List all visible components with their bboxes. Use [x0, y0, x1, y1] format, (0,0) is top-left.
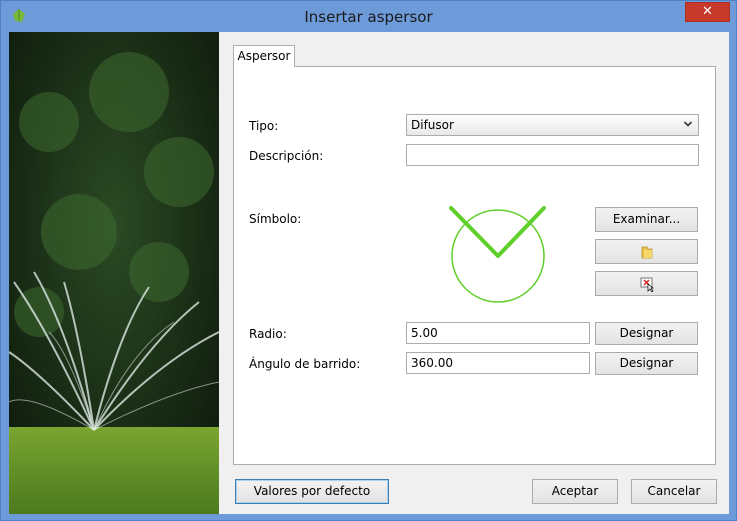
radio-label: Radio: [249, 327, 287, 341]
delete-symbol-button[interactable] [595, 271, 698, 296]
examinar-button[interactable]: Examinar... [595, 207, 698, 232]
close-button[interactable]: ✕ [685, 2, 730, 22]
title-bar[interactable]: Insertar aspersor ✕ [1, 1, 736, 33]
tipo-label: Tipo: [249, 119, 279, 133]
chevron-down-icon [683, 121, 693, 127]
sprinkler-symbol-preview [449, 206, 546, 303]
radio-input[interactable]: 5.00 [406, 322, 590, 344]
angulo-input[interactable]: 360.00 [406, 352, 590, 374]
folder-icon [641, 246, 652, 259]
designar-radio-button[interactable]: Designar [595, 322, 698, 345]
tab-aspersor[interactable]: Aspersor [233, 45, 295, 67]
simbolo-label: Símbolo: [249, 212, 302, 226]
descripcion-label: Descripción: [249, 149, 324, 163]
window-title: Insertar aspersor [304, 8, 433, 26]
tab-panel-aspersor: Tipo: Difusor Descripción: Símbolo: Exam… [233, 66, 716, 465]
dialog-window: Insertar aspersor ✕ Aspersor Tipo: Difus… [0, 0, 737, 521]
cancelar-button[interactable]: Cancelar [631, 479, 717, 504]
tipo-value: Difusor [411, 118, 454, 132]
delete-symbol-icon [640, 277, 654, 292]
designar-angulo-button[interactable]: Designar [595, 352, 698, 375]
angulo-label: Ángulo de barrido: [249, 357, 361, 371]
descripcion-input[interactable] [406, 144, 699, 166]
open-folder-button[interactable] [595, 239, 698, 264]
aceptar-button[interactable]: Aceptar [532, 479, 618, 504]
valores-por-defecto-button[interactable]: Valores por defecto [235, 479, 389, 504]
dialog-client-area: Aspersor Tipo: Difusor Descripción: Símb… [9, 32, 729, 514]
sprinkler-photo [9, 32, 219, 514]
tipo-select[interactable]: Difusor [406, 114, 699, 136]
